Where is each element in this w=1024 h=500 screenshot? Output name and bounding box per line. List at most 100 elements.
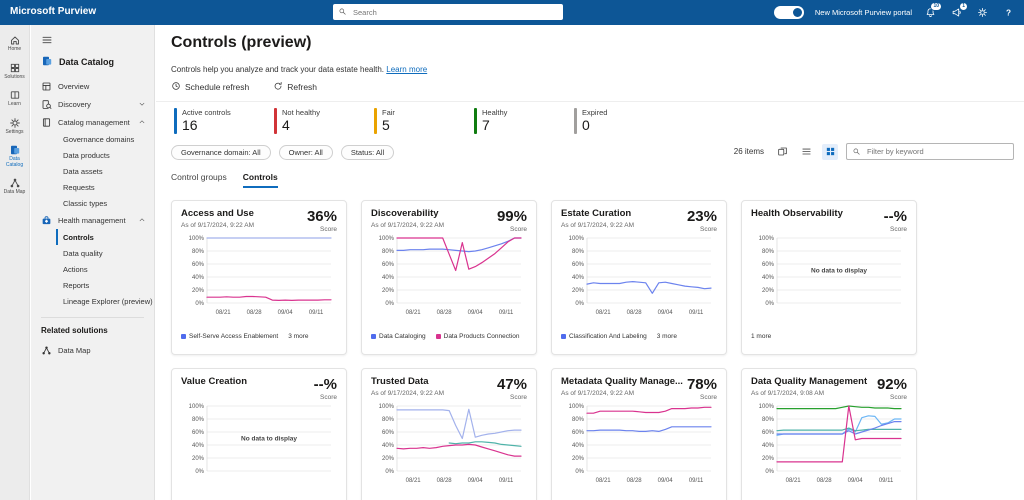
sidebar-item-data-products[interactable]: Data products: [56, 147, 154, 163]
stat-color-bar: [574, 108, 577, 134]
card-header: Metadata Quality Manage... As of 9/17/202…: [561, 376, 717, 401]
svg-text:08/21: 08/21: [596, 478, 612, 484]
score-caption: Score: [320, 226, 337, 233]
hamburger-menu-button[interactable]: [41, 33, 53, 45]
sidebar-item-discovery[interactable]: Discovery: [31, 95, 154, 113]
data-catalog-icon: [43, 56, 52, 66]
related-item-data-map[interactable]: Data Map: [31, 341, 154, 359]
filter-chip[interactable]: Governance domain: All: [171, 145, 271, 160]
card-as-of: [181, 390, 247, 398]
control-card-data-quality-management[interactable]: Data Quality Management As of 9/17/2024, …: [741, 368, 917, 500]
grid-view-button[interactable]: [822, 143, 838, 160]
control-card-metadata-quality-manage-[interactable]: Metadata Quality Manage... As of 9/17/202…: [551, 368, 727, 500]
card-view-button[interactable]: [774, 144, 790, 160]
keyword-filter-input[interactable]: [865, 146, 1008, 157]
sidebar-item-data-assets[interactable]: Data assets: [56, 163, 154, 179]
settings-icon: [9, 117, 20, 128]
svg-text:100%: 100%: [379, 236, 395, 242]
health-management-icon: [42, 215, 51, 224]
search-icon: [338, 3, 347, 21]
rail-item-data-map[interactable]: Data Map: [0, 174, 29, 199]
sidebar-item-controls[interactable]: Controls: [56, 229, 154, 245]
svg-text:0%: 0%: [385, 301, 394, 307]
sidebar-item-reports[interactable]: Reports: [56, 277, 154, 293]
filter-chip[interactable]: Status: All: [340, 145, 395, 160]
score-caption: Score: [890, 394, 907, 401]
sidebar-item-actions[interactable]: Actions: [56, 261, 154, 277]
sidebar-item-lineage-explorer--preview-[interactable]: Lineage Explorer (preview): [56, 293, 154, 309]
announcements-button[interactable]: 1: [949, 2, 968, 20]
score-caption: Score: [890, 226, 907, 233]
header-divider: [156, 101, 1024, 102]
control-card-health-observability[interactable]: Health Observability --% Score 100% 80% 60% 40…: [741, 200, 917, 355]
global-search-input[interactable]: [351, 6, 558, 18]
legend-more: 1 more: [751, 333, 772, 340]
svg-text:80%: 80%: [382, 249, 395, 255]
learn-more-link[interactable]: Learn more: [386, 65, 427, 74]
svg-text:09/04: 09/04: [848, 478, 864, 484]
related-solutions-heading: Related solutions: [41, 326, 108, 335]
svg-text:20%: 20%: [192, 288, 205, 294]
rail-item-learn[interactable]: Learn: [0, 86, 29, 111]
card-score: 47%: [496, 376, 527, 393]
stat-color-bar: [474, 108, 477, 134]
svg-text:100%: 100%: [759, 404, 775, 410]
card-title: Value Creation: [181, 376, 247, 387]
sidebar-item-requests[interactable]: Requests: [56, 179, 154, 195]
sidebar-item-classic-types[interactable]: Classic types: [56, 195, 154, 211]
top-bar: Microsoft Purview New Microsoft Purview …: [0, 0, 1024, 25]
learn-icon: [10, 91, 19, 99]
tab-controls[interactable]: Controls: [242, 172, 278, 188]
rail-item-data-catalog[interactable]: Data Catalog: [0, 141, 29, 171]
sidebar-item-data-quality[interactable]: Data quality: [56, 245, 154, 261]
control-card-value-creation[interactable]: Value Creation --% Score 100% 80% 60% 40% 20% 0%…: [171, 368, 347, 500]
svg-text:80%: 80%: [762, 417, 775, 423]
filter-chip[interactable]: Owner: All: [278, 145, 333, 160]
score-trend-chart: 100% 80% 60% 40% 20% 0% 08/21 08/28 09/04 09/11: [189, 236, 332, 316]
sidebar-item-health-management[interactable]: Health management: [31, 211, 154, 229]
svg-text:80%: 80%: [192, 417, 205, 423]
stat-color-bar: [274, 108, 277, 134]
rail-item-home[interactable]: Home: [0, 31, 29, 56]
settings-button[interactable]: [975, 5, 990, 20]
control-card-estate-curation[interactable]: Estate Curation As of 9/17/2024, 9:22 AM 2…: [551, 200, 727, 355]
svg-text:08/28: 08/28: [437, 478, 453, 484]
clock-icon: [172, 82, 180, 90]
score-trend-chart: 100% 80% 60% 40% 20% 0% No data to display: [759, 236, 901, 307]
rail-item-solutions[interactable]: Solutions: [0, 59, 29, 84]
sidebar-item-catalog-management[interactable]: Catalog management: [31, 113, 154, 131]
control-card-access-and-use[interactable]: Access and Use As of 9/17/2024, 9:22 AM 36…: [171, 200, 347, 355]
refresh-button[interactable]: Refresh: [273, 81, 317, 93]
global-search[interactable]: [333, 4, 563, 20]
rail-item-settings[interactable]: Settings: [0, 114, 29, 139]
svg-text:60%: 60%: [192, 430, 205, 436]
card-as-of: As of 9/17/2024, 9:22 AM: [561, 389, 634, 397]
search-icon: [853, 148, 860, 155]
portal-toggle[interactable]: [773, 6, 804, 19]
svg-text:20%: 20%: [762, 456, 775, 462]
list-view-button[interactable]: [798, 144, 814, 160]
svg-text:09/11: 09/11: [499, 310, 514, 316]
data-catalog-icon: [10, 145, 19, 155]
page-title: Controls (preview): [171, 34, 312, 51]
svg-text:60%: 60%: [192, 262, 205, 268]
schedule-refresh-button[interactable]: Schedule refresh: [171, 81, 249, 93]
sidebar-item-governance-domains[interactable]: Governance domains: [56, 131, 154, 147]
data-map-icon: [10, 178, 19, 188]
data-map-icon: [42, 345, 51, 354]
sidebar-item-overview[interactable]: Overview: [31, 77, 154, 95]
card-header: Discoverability As of 9/17/2024, 9:22 AM 9…: [371, 208, 527, 233]
notifications-button[interactable]: 10: [923, 2, 942, 20]
control-card-trusted-data[interactable]: Trusted Data As of 9/17/2024, 9:22 AM 47% S…: [361, 368, 537, 500]
data-catalog-icon: [41, 55, 53, 69]
help-button[interactable]: ?: [1001, 5, 1016, 20]
sidebar-divider: [41, 317, 144, 318]
svg-text:40%: 40%: [192, 443, 205, 449]
tab-control-groups[interactable]: Control groups: [171, 172, 227, 188]
schedule-refresh-label: Schedule refresh: [185, 82, 250, 92]
svg-text:60%: 60%: [382, 262, 395, 268]
control-card-discoverability[interactable]: Discoverability As of 9/17/2024, 9:22 AM 9…: [361, 200, 537, 355]
keyword-filter[interactable]: [846, 143, 1014, 160]
card-header: Data Quality Management As of 9/17/2024, …: [751, 376, 907, 401]
card-as-of: As of 9/17/2024, 9:22 AM: [371, 221, 444, 229]
